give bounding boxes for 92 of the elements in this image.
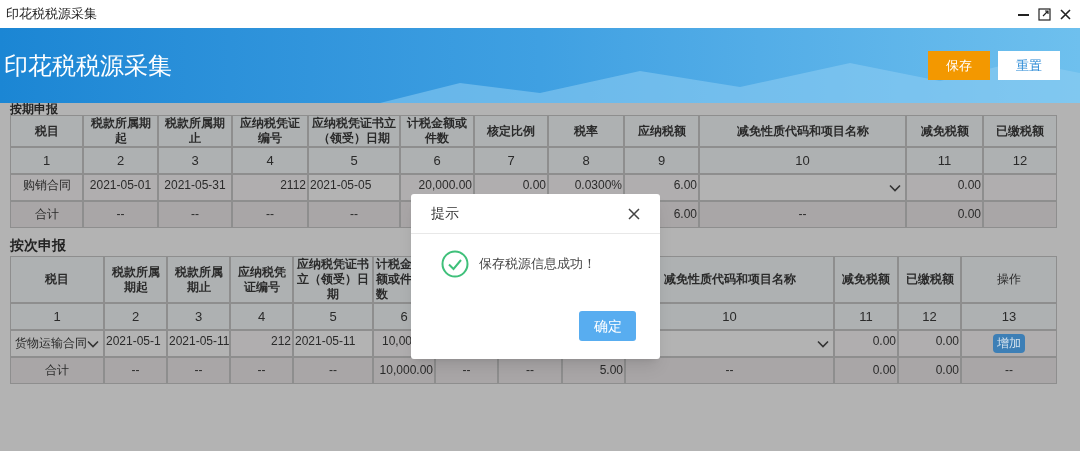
column-header: 应纳税凭证编号: [230, 256, 293, 303]
table-cell: --: [293, 357, 373, 384]
column-number: 9: [624, 147, 699, 174]
column-header: 操作: [961, 256, 1057, 303]
column-number: 4: [230, 303, 293, 330]
dropdown-value: 货物运输合同: [15, 336, 87, 351]
table-cell: --: [435, 357, 498, 384]
column-header: 应纳税凭证书立（领受）日期: [293, 256, 373, 303]
table-cell: 2112: [232, 174, 308, 201]
dropdown-field[interactable]: [699, 174, 906, 201]
table-cell: --: [699, 201, 906, 228]
column-header: 已缴税额: [983, 115, 1057, 147]
column-header: 减免税额: [834, 256, 898, 303]
table-cell: 0.00: [898, 357, 961, 384]
dialog-message: 保存税源信息成功！: [479, 255, 596, 274]
add-button[interactable]: 增加: [993, 334, 1025, 353]
window-title: 印花税税源采集: [6, 5, 97, 24]
table-cell: --: [83, 201, 158, 228]
column-header: 税率: [548, 115, 624, 147]
chevron-down-icon: [87, 339, 99, 348]
close-icon[interactable]: [628, 207, 640, 220]
column-number: 8: [548, 147, 624, 174]
reset-button[interactable]: 重置: [998, 51, 1060, 80]
column-number: 4: [232, 147, 308, 174]
column-number: 11: [906, 147, 983, 174]
column-number: 5: [293, 303, 373, 330]
table-cell: --: [158, 201, 232, 228]
chevron-down-icon: [889, 183, 901, 192]
column-header: 已缴税额: [898, 256, 961, 303]
table-cell: 212: [230, 330, 293, 357]
table-cell: --: [961, 357, 1057, 384]
table-cell: 0.00: [906, 201, 983, 228]
table-cell: --: [498, 357, 562, 384]
table-cell: 0.00: [834, 357, 898, 384]
table-cell: --: [230, 357, 293, 384]
column-number: 6: [400, 147, 474, 174]
column-number: 2: [104, 303, 167, 330]
table-cell: 10,000.00: [373, 357, 435, 384]
column-header: 应纳税凭证编号: [232, 115, 308, 147]
column-header: 应纳税凭证书立（领受）日期: [308, 115, 400, 147]
column-number: 3: [167, 303, 230, 330]
table-cell: 合计: [10, 357, 104, 384]
table-cell: 2021-05-05: [308, 174, 400, 201]
table-cell: 2021-05-11: [167, 330, 230, 357]
chevron-down-icon: [817, 339, 829, 348]
dropdown-field[interactable]: 货物运输合同: [10, 330, 104, 357]
save-button[interactable]: 保存: [928, 51, 990, 80]
page-title: 印花税税源采集: [4, 50, 172, 81]
table-cell: 2021-05-31: [158, 174, 232, 201]
column-header: 税目: [10, 115, 83, 147]
column-number: 1: [10, 303, 104, 330]
table-cell: --: [625, 357, 834, 384]
column-number: 1: [10, 147, 83, 174]
table-cell: 0.00: [906, 174, 983, 201]
table-cell: --: [308, 201, 400, 228]
table-cell: 2021-05-11: [293, 330, 373, 357]
column-header: 减免税额: [906, 115, 983, 147]
column-header: 税款所属期止: [167, 256, 230, 303]
table-cell: 0.00: [834, 330, 898, 357]
table-cell: --: [232, 201, 308, 228]
maximize-icon[interactable]: [1038, 7, 1051, 21]
column-number: 3: [158, 147, 232, 174]
table-cell: 5.00: [562, 357, 625, 384]
column-number: 13: [961, 303, 1057, 330]
section-title: 按期申报: [10, 103, 58, 115]
column-number: 12: [983, 147, 1057, 174]
table-cell: 0.00: [898, 330, 961, 357]
section-title: 按次申报: [10, 238, 66, 252]
column-header: 税款所属期起: [83, 115, 158, 147]
table-cell: --: [167, 357, 230, 384]
table-cell: 合计: [10, 201, 83, 228]
close-icon[interactable]: [1059, 7, 1072, 21]
column-number: 7: [474, 147, 548, 174]
confirm-button[interactable]: 确定: [579, 311, 636, 341]
table-cell: --: [104, 357, 167, 384]
table-cell: 购销合同: [10, 174, 83, 201]
dialog-title: 提示: [431, 204, 459, 223]
check-circle-icon: [441, 250, 469, 278]
column-number: 2: [83, 147, 158, 174]
column-number: 10: [699, 147, 906, 174]
column-header: 减免性质代码和项目名称: [699, 115, 906, 147]
column-number: 5: [308, 147, 400, 174]
column-number: 12: [898, 303, 961, 330]
table-cell: 2021-05-01: [83, 174, 158, 201]
column-header: 应纳税额: [624, 115, 699, 147]
table-cell: 2021-05-1: [104, 330, 167, 357]
column-header: 计税金额或件数: [400, 115, 474, 147]
column-header: 税款所属期起: [104, 256, 167, 303]
column-header: 税目: [10, 256, 104, 303]
column-header: 核定比例: [474, 115, 548, 147]
column-header: 税款所属期止: [158, 115, 232, 147]
column-number: 11: [834, 303, 898, 330]
